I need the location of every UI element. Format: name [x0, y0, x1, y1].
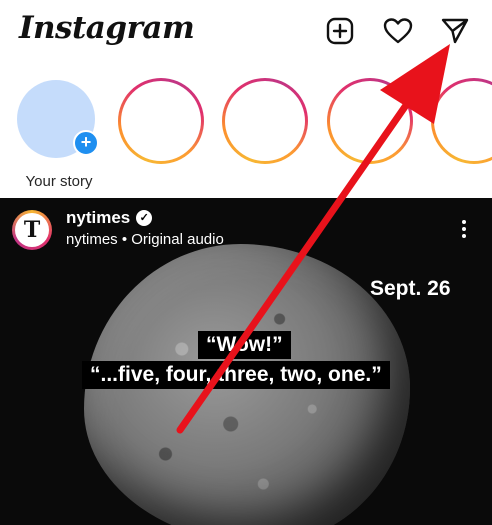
post-header: T nytimes ✓ nytimes • Original audio: [0, 198, 492, 258]
verified-badge-icon: ✓: [136, 210, 153, 226]
instagram-logo[interactable]: Instagram: [19, 10, 195, 46]
username-text: nytimes: [66, 208, 131, 227]
add-story-plus-icon[interactable]: +: [73, 130, 99, 156]
direct-message-icon[interactable]: [438, 14, 472, 48]
story-item[interactable]: [118, 78, 210, 164]
story-label: Your story: [25, 173, 93, 190]
story-item[interactable]: [431, 78, 492, 164]
heart-icon[interactable]: [381, 14, 415, 48]
avatar: +: [17, 80, 99, 158]
date-overlay: Sept. 26: [370, 277, 451, 300]
caption-line-1: “Wow!”: [198, 331, 291, 359]
nytimes-logo: T: [15, 213, 49, 247]
reel-post[interactable]: T nytimes ✓ nytimes • Original audio Sep…: [0, 198, 492, 525]
more-options-icon[interactable]: [456, 218, 472, 242]
stories-tray: + Your story: [0, 72, 492, 200]
post-username[interactable]: nytimes ✓: [66, 208, 153, 228]
story-item[interactable]: [327, 78, 419, 164]
caption-line-2: “...five, four, three, two, one.”: [82, 361, 390, 389]
new-post-icon[interactable]: [323, 14, 357, 48]
avatar[interactable]: T: [12, 210, 52, 250]
your-story[interactable]: + Your story: [13, 78, 105, 190]
post-audio-subtitle[interactable]: nytimes • Original audio: [66, 231, 224, 248]
top-header: Instagram: [0, 0, 492, 68]
story-item[interactable]: [222, 78, 314, 164]
